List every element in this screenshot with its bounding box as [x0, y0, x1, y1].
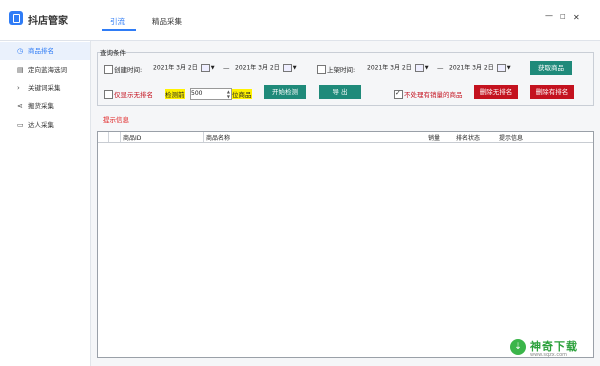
- folder-icon: ▭: [17, 121, 24, 129]
- tab-traffic[interactable]: 引流: [102, 16, 136, 31]
- date-value: 2021年 3月 2日: [367, 64, 412, 72]
- sidebar-item-label: 商品排名: [28, 47, 54, 55]
- sidebar-item-label: 定向蓝海选词: [28, 66, 67, 74]
- sidebar-item-move-collect[interactable]: ⋖ 搬货采集: [0, 97, 90, 115]
- tab-premium-collect[interactable]: 精品采集: [152, 16, 182, 27]
- detect-count-value: 500: [191, 90, 203, 97]
- shelf-time-checkbox[interactable]: [317, 65, 326, 74]
- calendar-icon: [282, 64, 292, 72]
- sidebar-item-label: 关键词采集: [28, 84, 61, 92]
- no-sales-checkbox[interactable]: [394, 89, 403, 99]
- sidebar: ◷ 商品排名 ▤ 定向蓝海选词 › 关键词采集 ⋖ 搬货采集 ▭ 达人采集: [0, 41, 91, 366]
- stepper-arrows-icon[interactable]: ▲ ▼: [227, 89, 230, 99]
- column-header-tip-info[interactable]: 提示信息: [499, 133, 523, 142]
- app-logo-icon: [9, 11, 23, 25]
- date-range-separator: —: [223, 64, 230, 72]
- date-range-separator: —: [437, 64, 444, 72]
- delete-ranked-button[interactable]: 删除有排名: [530, 85, 574, 99]
- dropdown-arrow-icon: ▼: [506, 65, 511, 71]
- column-divider: [120, 132, 121, 142]
- results-table[interactable]: 商品ID 商品名称 销量 排名状态 提示信息: [97, 131, 594, 358]
- get-products-button[interactable]: 获取商品: [530, 61, 572, 75]
- calendar-icon: [414, 64, 424, 72]
- export-button[interactable]: 导 出: [319, 85, 361, 99]
- column-divider: [108, 132, 109, 142]
- column-divider: [203, 132, 204, 142]
- watermark: ⇣ 神奇下载 www.sqzx.com: [510, 337, 595, 361]
- dropdown-arrow-icon: ▼: [210, 65, 215, 71]
- detect-suffix-label: 位商品: [232, 89, 252, 99]
- query-conditions-label: 查询条件: [100, 49, 126, 57]
- sidebar-item-product-rank[interactable]: ◷ 商品排名: [0, 42, 90, 60]
- tip-label: 提示信息: [103, 116, 129, 124]
- close-button[interactable]: ✕: [573, 13, 580, 22]
- chevron-right-icon: ›: [17, 84, 20, 92]
- app-title: 抖店管家: [28, 16, 68, 27]
- dropdown-arrow-icon: ▼: [424, 65, 429, 71]
- create-time-label: 创建时间:: [114, 66, 143, 74]
- watermark-url: www.sqzx.com: [530, 352, 568, 358]
- detect-prefix-label: 检测前: [165, 89, 185, 99]
- create-time-from-picker[interactable]: 2021年 3月 2日 ▼: [153, 63, 215, 73]
- only-unranked-checkbox[interactable]: [104, 90, 113, 99]
- clock-icon: ◷: [17, 47, 24, 55]
- column-header-product-name[interactable]: 商品名称: [206, 133, 230, 142]
- maximize-button[interactable]: □: [560, 13, 566, 20]
- column-header-sales[interactable]: 销量: [428, 133, 440, 142]
- sidebar-item-blue-ocean[interactable]: ▤ 定向蓝海选词: [0, 61, 90, 79]
- only-unranked-label: 仅显示无排名: [114, 91, 153, 99]
- date-value: 2021年 3月 2日: [153, 64, 198, 72]
- share-icon: ⋖: [17, 102, 23, 110]
- sidebar-item-keyword-collect[interactable]: › 关键词采集: [0, 79, 90, 97]
- calendar-icon: [496, 64, 506, 72]
- sidebar-item-label: 达人采集: [28, 121, 54, 129]
- date-value: 2021年 3月 2日: [235, 64, 280, 72]
- watermark-logo-icon: ⇣: [510, 339, 526, 355]
- doc-icon: ▤: [17, 66, 24, 74]
- column-header-rank-status[interactable]: 排名状态: [456, 133, 480, 142]
- shelf-time-to-picker[interactable]: 2021年 3月 2日 ▼: [449, 63, 511, 73]
- sidebar-item-influencer-collect[interactable]: ▭ 达人采集: [0, 116, 90, 134]
- title-bar: 抖店管家 引流 精品采集 — □ ✕: [0, 0, 600, 41]
- date-value: 2021年 3月 2日: [449, 64, 494, 72]
- dropdown-arrow-icon: ▼: [292, 65, 297, 71]
- column-header-product-id[interactable]: 商品ID: [123, 133, 141, 142]
- table-header: 商品ID 商品名称 销量 排名状态 提示信息: [98, 132, 593, 143]
- sidebar-item-label: 搬货采集: [28, 102, 54, 110]
- calendar-icon: [200, 64, 210, 72]
- shelf-time-from-picker[interactable]: 2021年 3月 2日 ▼: [367, 63, 429, 73]
- delete-unranked-button[interactable]: 删除无排名: [474, 85, 518, 99]
- start-detect-button[interactable]: 开始检测: [264, 85, 306, 99]
- minimize-button[interactable]: —: [545, 11, 553, 20]
- shelf-time-label: 上架时间:: [327, 66, 356, 74]
- no-sales-label: 不处理有销量的商品: [404, 91, 463, 99]
- create-time-to-picker[interactable]: 2021年 3月 2日 ▼: [235, 63, 297, 73]
- create-time-checkbox[interactable]: [104, 65, 113, 74]
- detect-count-stepper[interactable]: 500 ▲ ▼: [190, 88, 232, 100]
